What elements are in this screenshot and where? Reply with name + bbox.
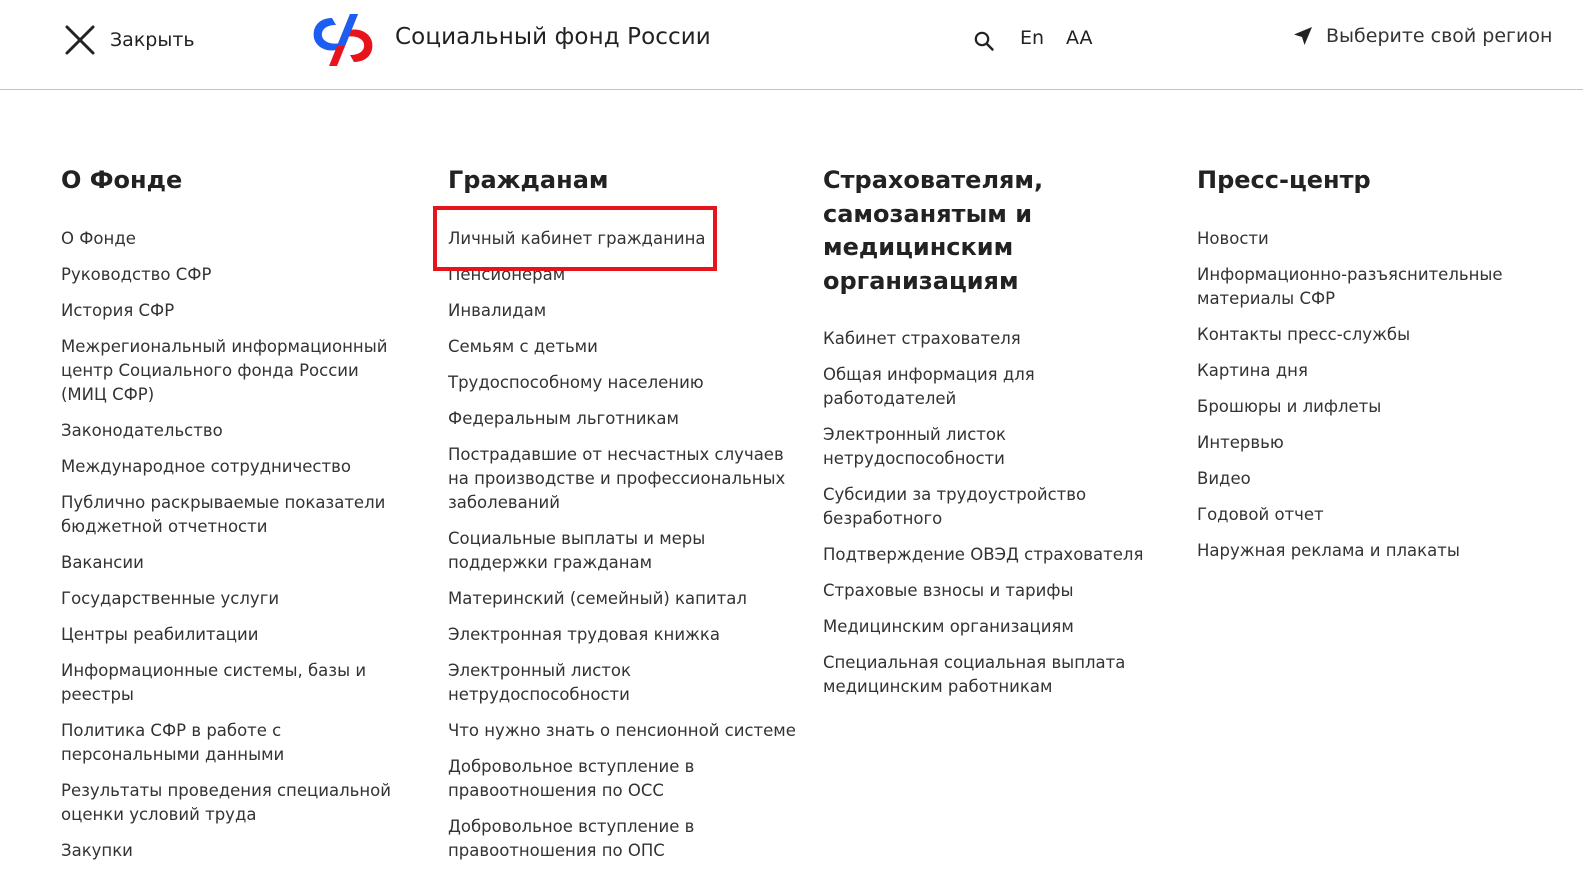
menu-link-oved-confirmation[interactable]: Подтверждение ОВЭД страхователя — [823, 543, 1168, 567]
select-region-button[interactable]: Выберите свой регион — [1293, 25, 1552, 47]
close-label: Закрыть — [110, 29, 195, 51]
menu-link-news[interactable]: Новости — [1197, 227, 1542, 251]
language-switch-button[interactable]: En — [1020, 27, 1044, 49]
site-title[interactable]: Социальный фонд России — [395, 24, 711, 50]
menu-column-insurers: Страхователям, самозанятым и медицинским… — [823, 164, 1168, 711]
menu-link-leadership[interactable]: Руководство СФР — [61, 263, 406, 287]
menu-link-about-fund[interactable]: О Фонде — [61, 227, 406, 251]
menu-link-rehab-centers[interactable]: Центры реабилитации — [61, 623, 406, 647]
citizens-link-list: Личный кабинет гражданина Пенсионерам Ин… — [432, 205, 803, 863]
menu-link-employment-subsidies[interactable]: Субсидии за трудоустройство безработного — [823, 483, 1168, 531]
menu-link-brochures[interactable]: Брошюры и лифлеты — [1197, 395, 1542, 419]
sfr-logo[interactable] — [310, 12, 376, 68]
menu-link-history[interactable]: История СФР — [61, 299, 406, 323]
menu-link-insurer-sick-leave[interactable]: Электронный листок нетрудоспособности — [823, 423, 1168, 471]
menu-link-annual-report[interactable]: Годовой отчет — [1197, 503, 1542, 527]
menu-link-medical-orgs[interactable]: Медицинским организациям — [823, 615, 1168, 639]
menu-link-pension-system[interactable]: Что нужно знать о пенсионной системе — [448, 719, 803, 743]
menu-link-employer-info[interactable]: Общая информация для работодателей — [823, 363, 1168, 411]
menu-link-vacancies[interactable]: Вакансии — [61, 551, 406, 575]
menu-link-picture-of-day[interactable]: Картина дня — [1197, 359, 1542, 383]
menu-link-work-conditions[interactable]: Результаты проведения специальной оценки… — [61, 779, 406, 827]
menu-link-voluntary-ops[interactable]: Добровольное вступление в правоотношения… — [448, 815, 803, 863]
menu-link-public-services[interactable]: Государственные услуги — [61, 587, 406, 611]
menu-link-personal-account-item: Личный кабинет гражданина — [432, 205, 803, 271]
top-bar: Закрыть Социальный фонд России En AA Выб… — [0, 0, 1583, 90]
close-menu-button[interactable]: Закрыть — [64, 24, 195, 56]
menu-link-families[interactable]: Семьям с детьми — [448, 335, 803, 359]
menu-link-procurement[interactable]: Закупки — [61, 839, 406, 863]
menu-link-outdoor-ads[interactable]: Наружная реклама и плакаты — [1197, 539, 1542, 563]
menu-link-insurance-rates[interactable]: Страховые взносы и тарифы — [823, 579, 1168, 603]
menu-link-maternity-capital[interactable]: Материнский (семейный) капитал — [448, 587, 803, 611]
menu-link-voluntary-oss[interactable]: Добровольное вступление в правоотношения… — [448, 755, 803, 803]
menu-link-press-contacts[interactable]: Контакты пресс-службы — [1197, 323, 1542, 347]
location-arrow-icon — [1294, 27, 1312, 45]
press-link-list: Новости Информационно-разъяснительные ма… — [1197, 227, 1542, 563]
menu-link-personal-data-policy[interactable]: Политика СФР в работе с персональными да… — [61, 719, 406, 767]
menu-link-working-population[interactable]: Трудоспособному населению — [448, 371, 803, 395]
menu-link-social-payments[interactable]: Социальные выплаты и меры поддержки граж… — [448, 527, 803, 575]
menu-column-citizens: Гражданам Личный кабинет гражданина Пенс… — [432, 164, 803, 875]
menu-link-legislation[interactable]: Законодательство — [61, 419, 406, 443]
menu-link-pensioners[interactable]: Пенсионерам — [448, 263, 803, 287]
menu-link-sick-leave[interactable]: Электронный листок нетрудоспособности — [448, 659, 803, 707]
menu-link-insurer-cabinet[interactable]: Кабинет страхователя — [823, 327, 1168, 351]
menu-link-budget-reporting[interactable]: Публично раскрываемые показатели бюджетн… — [61, 491, 406, 539]
column-title-press: Пресс-центр — [1197, 166, 1371, 194]
menu-link-info-center[interactable]: Межрегиональный информационный центр Соц… — [61, 335, 406, 407]
fund-link-list: О Фонде Руководство СФР История СФР Межр… — [61, 227, 406, 863]
column-title-fund: О Фонде — [61, 166, 183, 194]
menu-link-international[interactable]: Международное сотрудничество — [61, 455, 406, 479]
menu-link-info-systems[interactable]: Информационные системы, базы и реестры — [61, 659, 406, 707]
menu-link-accident-victims[interactable]: Пострадавшие от несчастных случаев на пр… — [448, 443, 803, 515]
menu-link-disabled[interactable]: Инвалидам — [448, 299, 803, 323]
region-label: Выберите свой регион — [1326, 25, 1553, 47]
menu-link-info-materials[interactable]: Информационно-разъяснительные материалы … — [1197, 263, 1542, 311]
column-title-insurers: Страхователям, самозанятым и медицинским… — [823, 166, 1044, 295]
menu-column-press: Пресс-центр Новости Информационно-разъяс… — [1197, 164, 1542, 575]
menu-link-federal-beneficiaries[interactable]: Федеральным льготникам — [448, 407, 803, 431]
close-icon — [65, 25, 95, 55]
column-title-citizens: Гражданам — [448, 166, 609, 194]
insurers-link-list: Кабинет страхователя Общая информация дл… — [823, 327, 1168, 699]
font-size-button[interactable]: AA — [1066, 27, 1093, 49]
menu-link-video[interactable]: Видео — [1197, 467, 1542, 491]
menu-link-personal-account[interactable]: Личный кабинет гражданина — [432, 205, 718, 271]
menu-link-interviews[interactable]: Интервью — [1197, 431, 1542, 455]
search-icon[interactable] — [972, 29, 996, 53]
menu-link-medical-workers-payment[interactable]: Специальная социальная выплата медицинск… — [823, 651, 1168, 699]
menu-link-electronic-workbook[interactable]: Электронная трудовая книжка — [448, 623, 803, 647]
menu-column-fund: О Фонде О Фонде Руководство СФР История … — [61, 164, 406, 875]
